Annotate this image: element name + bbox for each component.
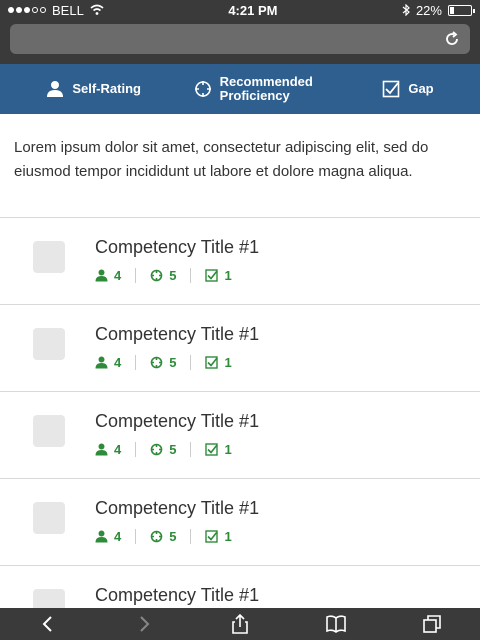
intro-text: Lorem ipsum dolor sit amet, consectetur … — [14, 139, 429, 180]
target-icon — [150, 530, 163, 543]
battery-fill — [449, 6, 455, 14]
self-rating-value: 4 — [114, 442, 122, 457]
proficiency-value: 5 — [169, 355, 177, 370]
competency-thumbnail — [33, 415, 65, 447]
user-icon — [47, 81, 64, 97]
checkbox-icon — [205, 269, 219, 282]
tab-label: Gap — [408, 81, 434, 96]
target-icon — [150, 269, 163, 282]
competency-thumbnail — [33, 502, 65, 534]
competency-thumbnail — [33, 328, 65, 360]
competency-title: Competency Title #1 — [95, 237, 260, 257]
self-rating-value: 4 — [114, 268, 122, 283]
self-rating-stat: 4 — [95, 268, 135, 283]
tab-label: Recommended Proficiency — [219, 74, 313, 103]
gap-value: 1 — [224, 268, 232, 283]
user-icon — [95, 269, 108, 282]
checkbox-icon — [205, 530, 219, 543]
target-icon — [194, 81, 211, 97]
self-rating-stat: 4 — [95, 529, 135, 544]
signal-strength-icon — [8, 7, 46, 13]
user-icon — [95, 530, 108, 543]
proficiency-stat: 5 — [135, 268, 190, 283]
tab-label: Self-Rating — [72, 81, 141, 96]
competency-row[interactable]: Competency Title #1 4 5 1 — [0, 304, 480, 391]
carrier-name: BELL — [52, 2, 84, 18]
checkbox-icon — [205, 356, 219, 369]
forward-icon[interactable] — [133, 613, 155, 635]
tab-gap[interactable]: Gap — [382, 80, 434, 98]
battery-icon — [447, 4, 475, 16]
tab-self-rating[interactable]: Self-Rating — [46, 80, 141, 98]
gap-value: 1 — [224, 442, 232, 457]
gap-value: 1 — [224, 355, 232, 370]
wifi-icon — [90, 4, 104, 15]
self-rating-value: 4 — [114, 529, 122, 544]
gap-value: 1 — [224, 529, 232, 544]
competency-list: Competency Title #1 4 5 1 Competency Tit… — [0, 217, 480, 640]
battery-percentage: 22% — [415, 2, 442, 18]
proficiency-value: 5 — [169, 442, 177, 457]
competency-row[interactable]: Competency Title #1 4 5 1 — [0, 478, 480, 565]
competency-title: Competency Title #1 — [95, 498, 260, 518]
address-bar[interactable] — [10, 24, 470, 54]
gap-stat: 1 — [190, 355, 245, 370]
competency-stats: 4 5 1 — [95, 355, 246, 370]
bluetooth-icon — [402, 4, 410, 16]
proficiency-value: 5 — [169, 268, 177, 283]
gap-stat: 1 — [190, 442, 245, 457]
checkbox-icon — [205, 443, 219, 456]
user-icon — [95, 443, 108, 456]
self-rating-stat: 4 — [95, 442, 135, 457]
self-rating-value: 4 — [114, 355, 122, 370]
gap-stat: 1 — [190, 529, 245, 544]
competency-row[interactable]: Competency Title #1 4 5 1 — [0, 217, 480, 304]
competency-stats: 4 5 1 — [95, 529, 246, 544]
bookmarks-icon[interactable] — [325, 613, 347, 635]
target-icon — [150, 443, 163, 456]
competency-thumbnail — [33, 241, 65, 273]
target-icon — [150, 356, 163, 369]
competency-title: Competency Title #1 — [95, 324, 260, 344]
checkbox-icon — [383, 80, 400, 98]
user-icon — [95, 356, 108, 369]
share-icon[interactable] — [229, 613, 251, 635]
browser-toolbar — [0, 20, 480, 64]
proficiency-stat: 5 — [135, 529, 190, 544]
competency-stats: 4 5 1 — [95, 442, 246, 457]
proficiency-stat: 5 — [135, 442, 190, 457]
proficiency-value: 5 — [169, 529, 177, 544]
gap-stat: 1 — [190, 268, 245, 283]
proficiency-stat: 5 — [135, 355, 190, 370]
clock: 4:21 PM — [228, 2, 278, 18]
status-bar: BELL 4:21 PM 22% — [0, 0, 480, 20]
competency-title: Competency Title #1 — [95, 411, 260, 431]
self-rating-stat: 4 — [95, 355, 135, 370]
competency-title: Competency Title #1 — [95, 585, 260, 605]
tab-recommended-proficiency[interactable]: Recommended Proficiency — [194, 75, 330, 103]
competency-stats: 4 5 1 — [95, 268, 246, 283]
reload-icon[interactable] — [442, 29, 462, 49]
tab-bar: Self-Rating Recommended Proficiency Gap — [0, 64, 480, 114]
competency-row[interactable]: Competency Title #1 4 5 1 — [0, 391, 480, 478]
back-icon[interactable] — [37, 613, 59, 635]
browser-bottom-toolbar — [0, 608, 480, 640]
tabs-icon[interactable] — [421, 613, 443, 635]
